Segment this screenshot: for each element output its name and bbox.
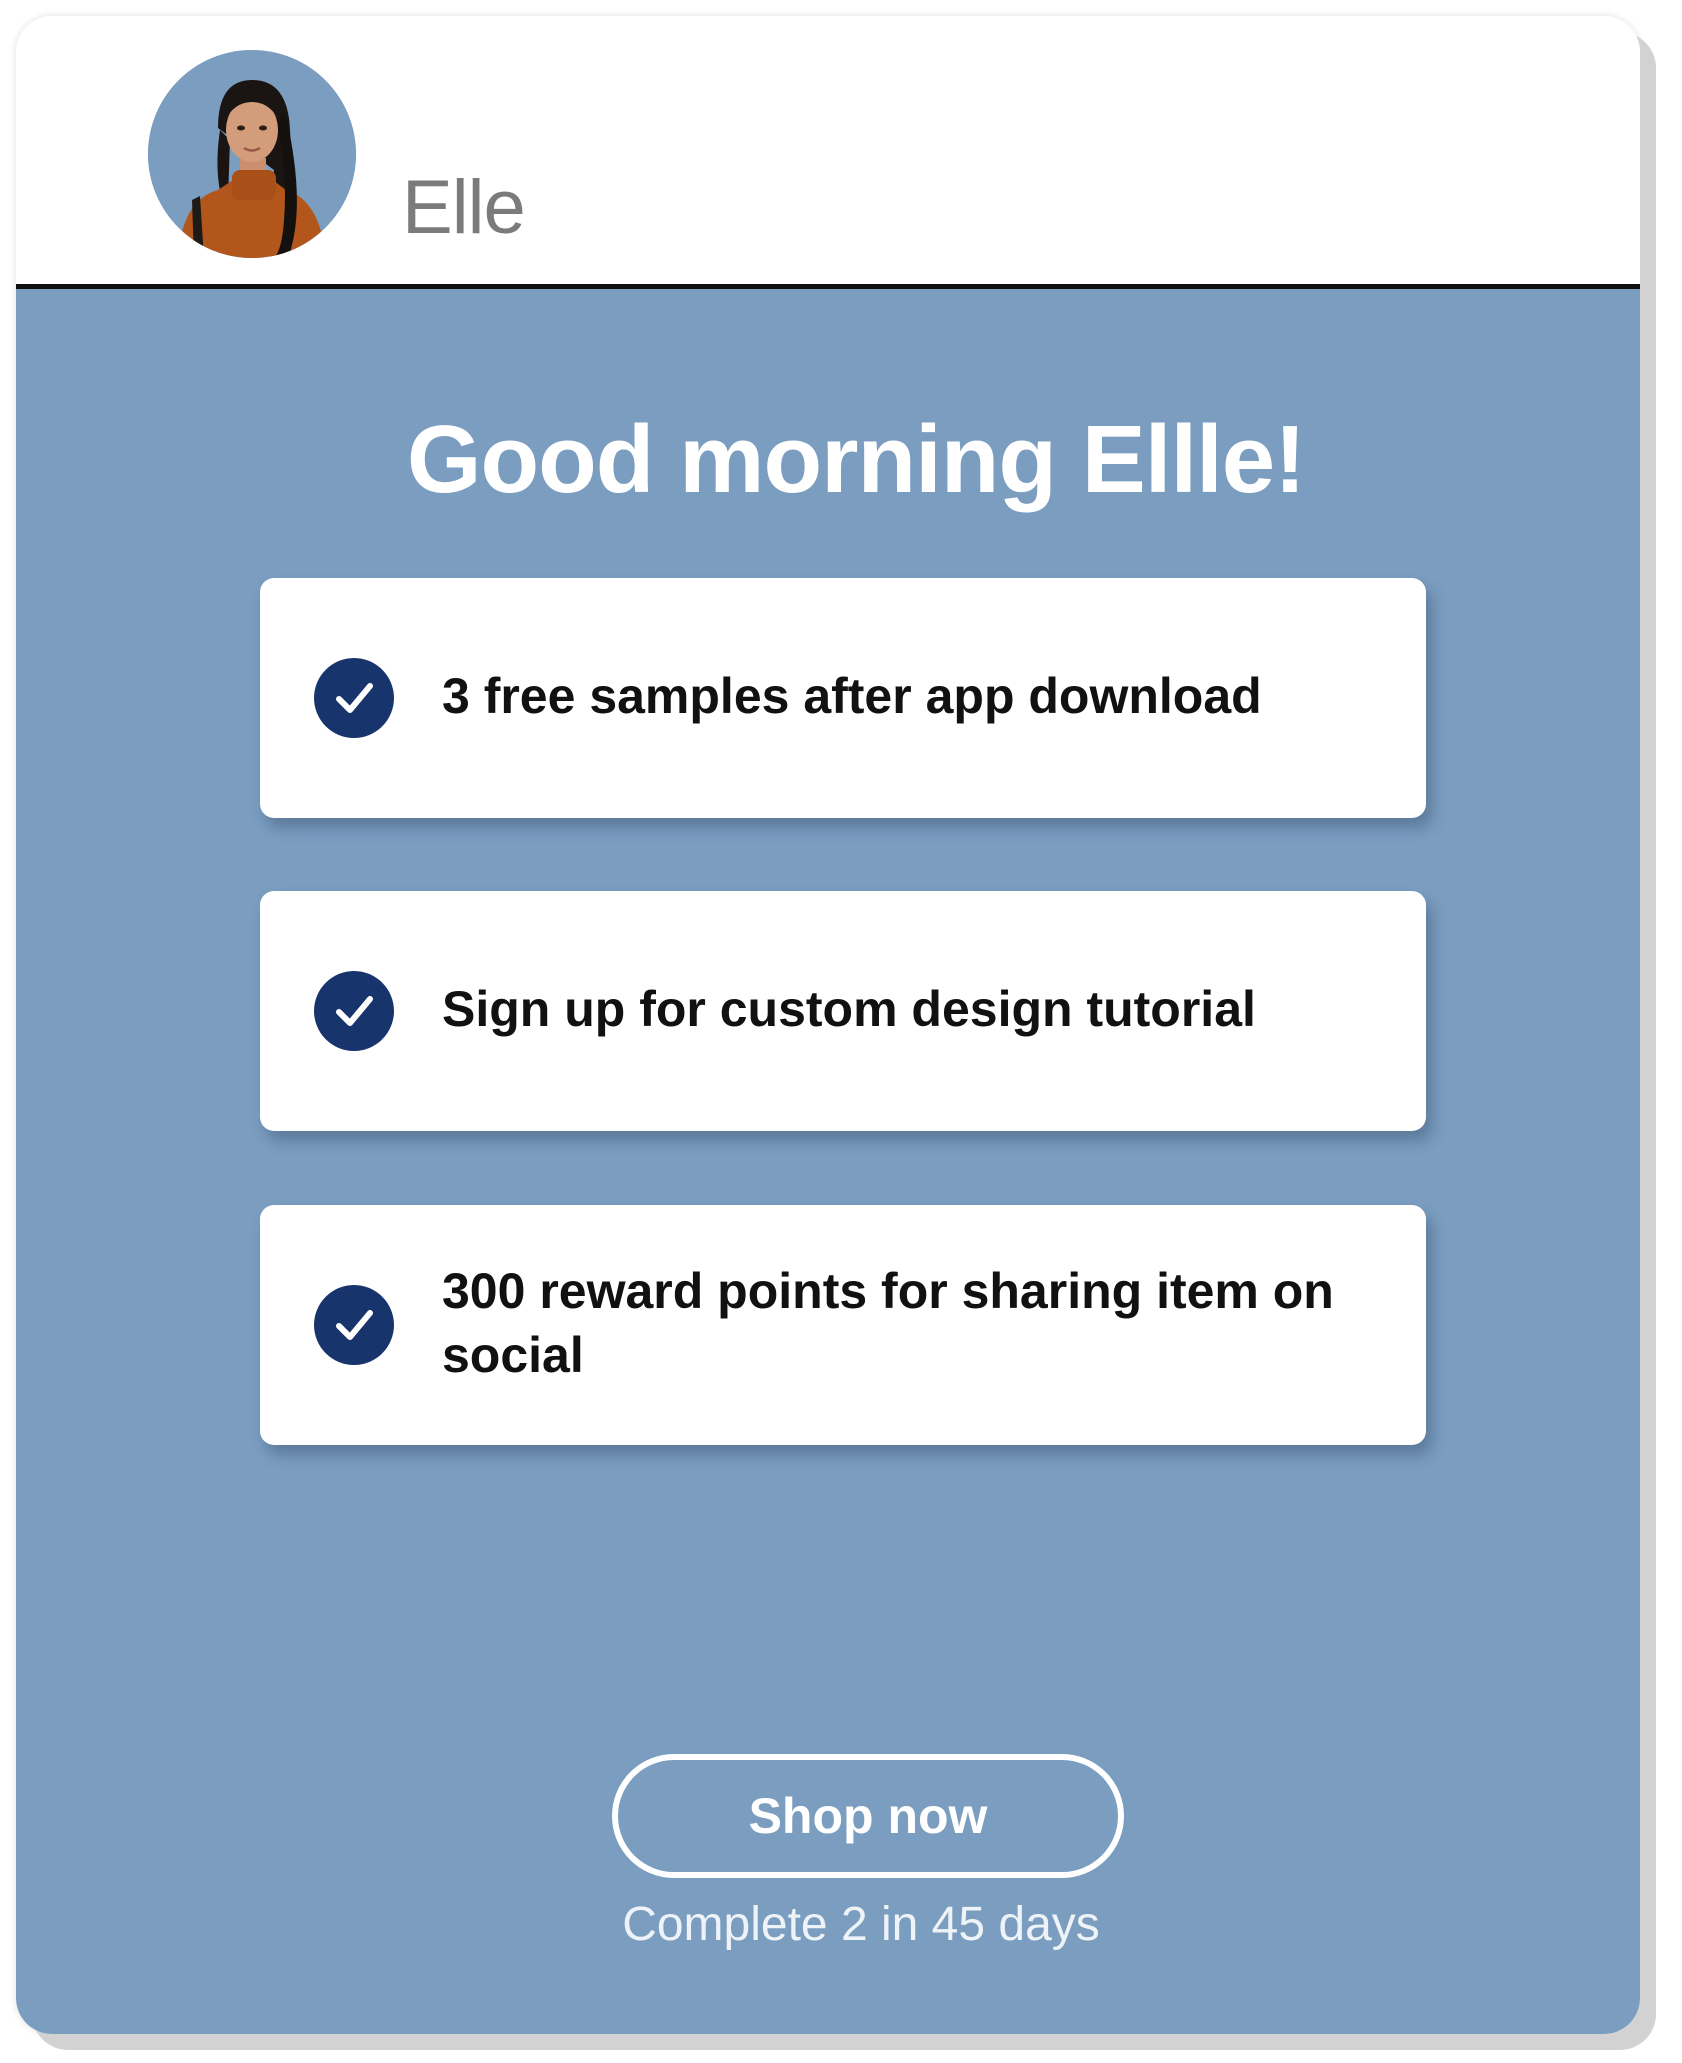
- offer-item[interactable]: 300 reward points for sharing item on so…: [260, 1205, 1426, 1445]
- checkmark-circle-icon: [314, 971, 394, 1051]
- offer-item[interactable]: Sign up for custom design tutorial: [260, 891, 1426, 1131]
- portrait-image: [148, 50, 356, 258]
- offers-panel: Good morning Ellle! We have new offers f…: [16, 289, 1640, 2034]
- offer-label: Sign up for custom design tutorial: [442, 981, 1256, 1037]
- completion-note: Complete 2 in 45 days: [622, 1898, 1100, 1951]
- offer-item[interactable]: 3 free samples after app download: [260, 578, 1426, 818]
- profile-header: Elle: [16, 16, 1640, 289]
- greeting-heading: Good morning Ellle!: [406, 406, 1306, 513]
- offer-label: 300 reward points for sharing item on so…: [442, 1263, 1334, 1383]
- checkmark-circle-icon: [314, 1285, 394, 1365]
- checkmark-circle-icon: [314, 658, 394, 738]
- avatar[interactable]: [148, 50, 356, 258]
- profile-name: Elle: [402, 165, 526, 250]
- shop-now-button[interactable]: Shop now: [612, 1754, 1124, 1878]
- offers-card: Elle Good morning Ellle! We have new off…: [16, 16, 1640, 2034]
- offer-label: 3 free samples after app download: [442, 668, 1262, 724]
